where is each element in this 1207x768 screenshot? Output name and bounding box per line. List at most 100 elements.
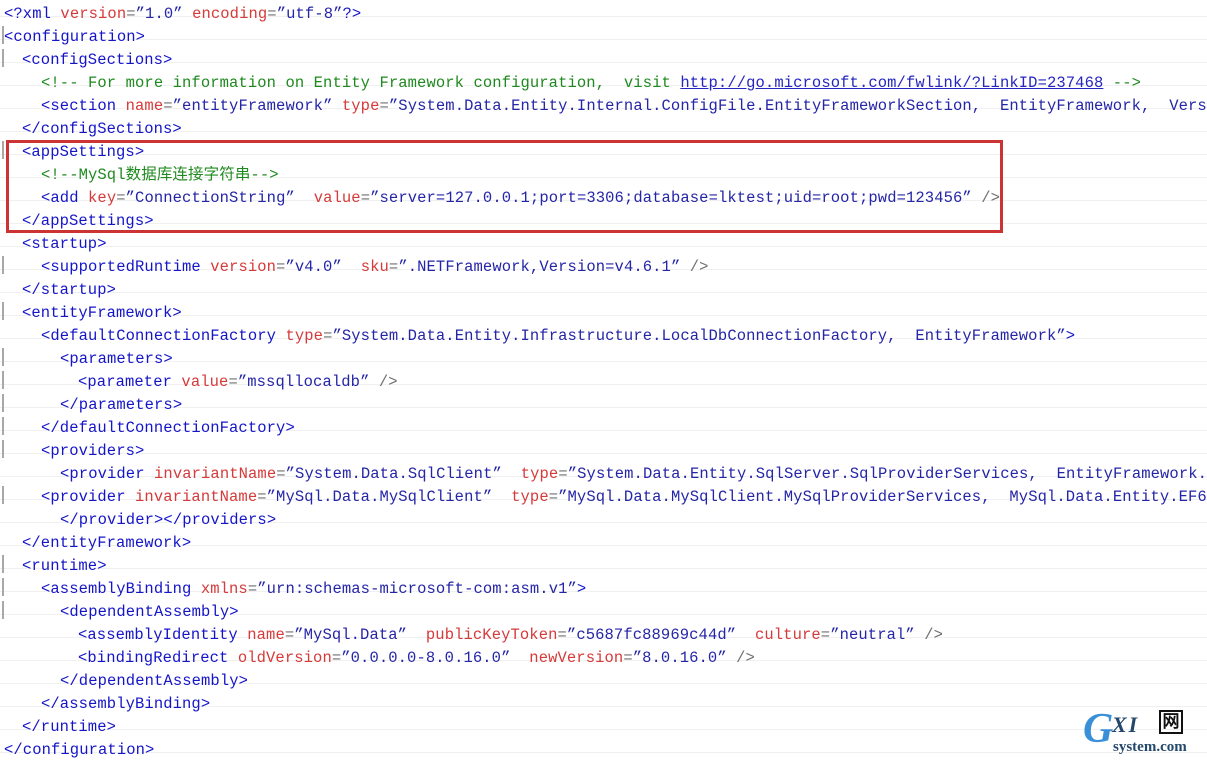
token-attr: culture [754, 626, 821, 644]
code-line[interactable]: <startup> [22, 233, 107, 256]
token-attr: version [210, 258, 277, 276]
code-line[interactable]: <dependentAssembly> [60, 601, 239, 624]
code-line[interactable]: <providers> [41, 440, 144, 463]
token-punct: = [228, 373, 238, 391]
token-comment: --> [1103, 74, 1141, 92]
code-line[interactable]: <section name=”entityFramework” type=”Sy… [41, 95, 1207, 118]
token-val: ”.NETFramework,Version=v4.6.1” [398, 258, 681, 276]
code-text-area[interactable]: <?xml version=”1.0” encoding=”utf-8”?> <c… [0, 0, 1207, 768]
code-line[interactable]: <supportedRuntime version=”v4.0” sku=”.N… [41, 256, 709, 279]
token-tag: </assemblyBinding> [41, 695, 211, 713]
code-line[interactable]: <provider invariantName=”System.Data.Sql… [60, 463, 1207, 486]
watermark-domain-text: system.com [1113, 739, 1187, 755]
token-tag: <entityFramework> [22, 304, 182, 322]
token-attr: invariantName [154, 465, 277, 483]
code-line[interactable]: </configuration> [4, 739, 154, 762]
code-line[interactable]: <assemblyBinding xmlns=”urn:schemas-micr… [41, 578, 586, 601]
token-punct: = [116, 189, 126, 207]
token-val: ”8.0.16.0” [632, 649, 727, 667]
token-punct: /> [680, 258, 709, 276]
token-tag: <configSections> [22, 51, 173, 69]
code-line[interactable]: </dependentAssembly> [60, 670, 248, 693]
code-line[interactable]: <defaultConnectionFactory type=”System.D… [41, 325, 1075, 348]
code-line[interactable]: <!--MySql数据库连接字符串--> [41, 164, 279, 187]
token-val: ”MySql.Data.MySqlClient.MySqlProviderSer… [558, 488, 1207, 506]
token-val: ”utf-8” [276, 5, 343, 23]
token-val: ”v4.0” [285, 258, 342, 276]
token-attr: invariantName [135, 488, 258, 506]
token-val: ”ConnectionString” [125, 189, 295, 207]
token-val: ”1.0” [135, 5, 183, 23]
token-tag: <supportedRuntime [41, 258, 211, 276]
token-attr: value [313, 189, 361, 207]
token-attr: publicKeyToken [425, 626, 558, 644]
token-punct: = [820, 626, 831, 644]
token-attr: name [247, 626, 285, 644]
code-line[interactable]: <bindingRedirect oldVersion=”0.0.0.0-8.0… [78, 647, 755, 670]
token-tag: </parameters> [60, 396, 183, 414]
token-punct: = [276, 465, 286, 483]
token-attr: xmlns [200, 580, 248, 598]
code-line[interactable]: <runtime> [22, 555, 107, 578]
code-line[interactable]: </defaultConnectionFactory> [41, 417, 295, 440]
code-line[interactable]: <add key=”ConnectionString” value=”serve… [41, 187, 1000, 210]
token-val: ”System.Data.SqlClient” [285, 465, 502, 483]
code-line[interactable]: <assemblyIdentity name=”MySql.Data” publ… [78, 624, 943, 647]
token-tag: <dependentAssembly> [60, 603, 239, 621]
doc-hyperlink[interactable]: http://go.microsoft.com/fwlink/?LinkID=2… [680, 74, 1103, 92]
token-attr: value [181, 373, 229, 391]
code-line[interactable]: <entityFramework> [22, 302, 182, 325]
token-attr: key [88, 189, 117, 207]
code-line[interactable]: <configuration> [4, 26, 145, 49]
token-punct: = [257, 488, 267, 506]
token-val: ”urn:schemas-microsoft-com:asm.v1” [257, 580, 577, 598]
code-line[interactable]: </provider></providers> [60, 509, 276, 532]
code-line[interactable]: <?xml version=”1.0” encoding=”utf-8”?> [4, 3, 361, 26]
xml-config-editor: <?xml version=”1.0” encoding=”utf-8”?> <c… [0, 0, 1207, 768]
code-line[interactable]: </configSections> [22, 118, 182, 141]
code-line[interactable]: </parameters> [60, 394, 182, 417]
token-punct: = [558, 465, 568, 483]
token-comment: <!--MySql数据库连接字符串--> [41, 166, 279, 184]
token-val: ”0.0.0.0-8.0.16.0” [341, 649, 511, 667]
code-line[interactable]: <!-- For more information on Entity Fram… [41, 72, 1141, 95]
token-punct: = [331, 649, 342, 667]
token-punct: /> [726, 649, 755, 667]
token-tag: <startup> [22, 235, 107, 253]
site-watermark: G XI 网 system.com [1083, 706, 1193, 760]
token-punct: /> [369, 373, 398, 391]
token-attr: oldVersion [237, 649, 332, 667]
token-tag: </configSections> [22, 120, 182, 138]
code-line[interactable]: </entityFramework> [22, 532, 191, 555]
token-attr: version [60, 5, 127, 23]
code-line[interactable]: <parameter value=”mssqllocaldb” /> [78, 371, 398, 394]
code-line[interactable]: <provider invariantName=”MySql.Data.MySq… [41, 486, 1207, 509]
token-attr: type [511, 488, 549, 506]
token-attr: sku [360, 258, 389, 276]
token-punct: = [163, 97, 173, 115]
code-line[interactable]: </runtime> [22, 716, 116, 739]
token-tag: </dependentAssembly> [60, 672, 249, 690]
token-tag: <parameter [78, 373, 182, 391]
token-attr: name [125, 97, 164, 115]
watermark-cjk-glyph: 网 [1159, 710, 1183, 734]
code-line[interactable]: <configSections> [22, 49, 172, 72]
code-line[interactable]: </appSettings> [22, 210, 154, 233]
code-line[interactable]: </startup> [22, 279, 116, 302]
token-punct: = [284, 626, 295, 644]
token-punct: = [623, 649, 633, 667]
token-punct: = [548, 488, 559, 506]
token-tag: <assemblyBinding [41, 580, 201, 598]
token-comment: <!-- For more information on Entity Fram… [41, 74, 681, 92]
code-line[interactable]: <appSettings> [22, 141, 144, 164]
code-line[interactable]: <parameters> [60, 348, 173, 371]
token-tag: <appSettings> [22, 143, 145, 161]
code-line[interactable]: </assemblyBinding> [41, 693, 210, 716]
token-tag: <provider [41, 488, 136, 506]
